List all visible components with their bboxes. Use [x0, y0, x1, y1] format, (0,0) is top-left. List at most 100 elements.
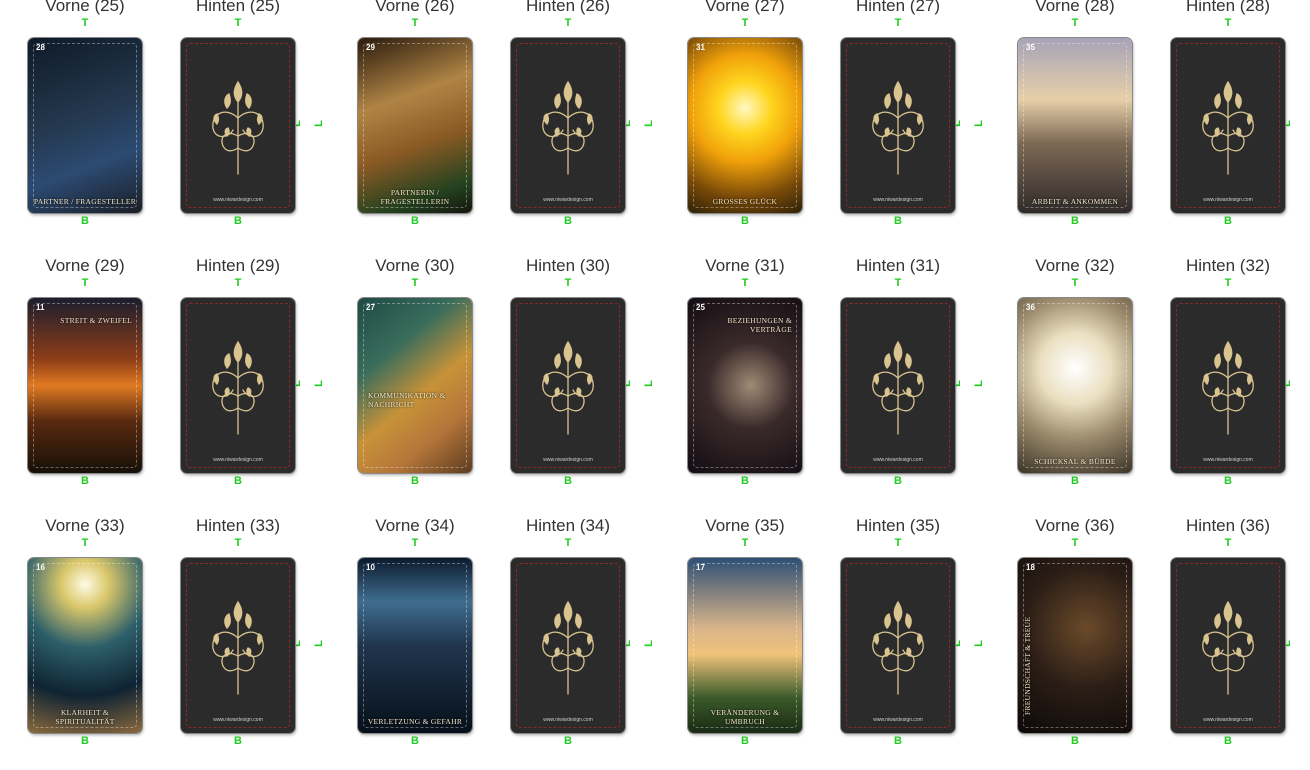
front-title: Vorne (33) [45, 516, 125, 535]
bottom-mark-back: B [564, 215, 572, 227]
card-front[interactable]: 17 Veränderung & Umbruch [688, 558, 802, 733]
card-pair: Vorne (31) Hinten (31) T T L R R L 25 Be… [643, 256, 990, 510]
card-back[interactable]: www.niwardesign.com [511, 38, 625, 213]
bottom-mark-front: B [1071, 215, 1079, 227]
card-number: 16 [36, 563, 45, 572]
card-back[interactable]: www.niwardesign.com [181, 38, 295, 213]
back-url: www.niwardesign.com [213, 197, 263, 203]
back-url: www.niwardesign.com [543, 717, 593, 723]
top-mark-front: T [741, 277, 749, 289]
left-mark-front: L [972, 640, 985, 647]
top-mark-back: T [234, 17, 242, 29]
card-back[interactable]: www.niwardesign.com [841, 298, 955, 473]
card-back[interactable]: www.niwardesign.com [511, 298, 625, 473]
bottom-mark-back: B [894, 475, 902, 487]
card-back[interactable]: www.niwardesign.com [1171, 38, 1285, 213]
back-url: www.niwardesign.com [1203, 457, 1253, 463]
card-number: 11 [36, 303, 45, 312]
card-back[interactable]: www.niwardesign.com [841, 558, 955, 733]
left-mark-front: L [312, 640, 325, 647]
left-mark-front: L [972, 380, 985, 387]
card-pair: Vorne (26) Hinten (26) T T L R R L 29 Pa… [313, 0, 660, 250]
card-pair: Vorne (33) Hinten (33) T T L R R L 16 Kl… [0, 516, 330, 770]
top-mark-front: T [411, 537, 419, 549]
front-title: Vorne (36) [1035, 516, 1115, 535]
card-back[interactable]: www.niwardesign.com [181, 298, 295, 473]
top-mark-back: T [1224, 17, 1232, 29]
back-url: www.niwardesign.com [873, 457, 923, 463]
card-back[interactable]: www.niwardesign.com [1171, 298, 1285, 473]
back-url: www.niwardesign.com [873, 197, 923, 203]
left-mark-front: L [642, 120, 655, 127]
card-number: 31 [696, 43, 705, 52]
top-mark-front: T [741, 17, 749, 29]
top-mark-back: T [234, 277, 242, 289]
card-back[interactable]: www.niwardesign.com [841, 38, 955, 213]
card-front[interactable]: 10 Verletzung & Gefahr [358, 558, 472, 733]
card-pair: Vorne (27) Hinten (27) T T L R R L 31 Gr… [643, 0, 990, 250]
safe-area [1023, 563, 1127, 728]
bottom-mark-back: B [1224, 215, 1232, 227]
card-caption: Klarheit & Spiritualität [55, 708, 115, 726]
card-pair: Vorne (35) Hinten (35) T T L R R L 17 Ve… [643, 516, 990, 770]
card-back[interactable]: www.niwardesign.com [1171, 558, 1285, 733]
back-title: Hinten (34) [525, 516, 611, 535]
safe-area [693, 43, 797, 208]
card-front[interactable]: 36 Schicksal & Bürde [1018, 298, 1132, 473]
card-pair: Vorne (28) Hinten (28) T T L R R L 35 Ar… [973, 0, 1310, 250]
card-back[interactable]: www.niwardesign.com [181, 558, 295, 733]
safe-area [363, 43, 467, 208]
bottom-mark-front: B [411, 475, 419, 487]
card-pair: Vorne (30) Hinten (30) T T L R R L 27 Ko… [313, 256, 660, 510]
bottom-mark-back: B [234, 215, 242, 227]
card-number: 27 [366, 303, 375, 312]
back-url: www.niwardesign.com [543, 457, 593, 463]
ornament-icon [872, 80, 924, 175]
top-mark-front: T [81, 537, 89, 549]
card-front[interactable]: 25 Beziehungen & Verträge [688, 298, 802, 473]
card-caption: Veränderung & Umbruch [710, 708, 780, 726]
front-title: Vorne (30) [375, 256, 455, 275]
ornament-icon [1202, 600, 1254, 695]
ornament-icon [212, 600, 264, 695]
front-title: Vorne (34) [375, 516, 455, 535]
top-mark-back: T [894, 277, 902, 289]
front-title: Vorne (32) [1035, 256, 1115, 275]
ornament-icon [542, 600, 594, 695]
safe-area [1023, 303, 1127, 468]
card-front[interactable]: 18 Freundschaft & Treue [1018, 558, 1132, 733]
bottom-mark-back: B [234, 475, 242, 487]
safe-area [33, 303, 137, 468]
card-pair: Vorne (25) Hinten (25) T T L R R L 28 Pa… [0, 0, 330, 250]
back-title: Hinten (25) [195, 0, 281, 15]
bottom-mark-front: B [81, 735, 89, 747]
left-mark-front: L [312, 120, 325, 127]
left-mark-front: L [312, 380, 325, 387]
card-number: 28 [36, 43, 45, 52]
card-front[interactable]: 35 Arbeit & Ankommen [1018, 38, 1132, 213]
ornament-icon [212, 80, 264, 175]
card-number: 18 [1026, 563, 1035, 572]
top-mark-back: T [564, 277, 572, 289]
back-url: www.niwardesign.com [213, 457, 263, 463]
card-caption: Kommunikation & Nachricht [368, 391, 446, 409]
card-caption: Beziehungen & Verträge [727, 316, 792, 334]
card-front[interactable]: 11 Streit & Zweifel [28, 298, 142, 473]
card-front[interactable]: 27 Kommunikation & Nachricht [358, 298, 472, 473]
card-caption: Freundschaft & Treue [1023, 616, 1032, 715]
card-number: 10 [366, 563, 375, 572]
top-mark-front: T [1071, 277, 1079, 289]
card-number: 25 [696, 303, 705, 312]
card-front[interactable]: 28 Partner / Fragesteller [28, 38, 142, 213]
card-caption: Grosses Glück [712, 197, 778, 206]
card-pair: Vorne (29) Hinten (29) T T L R R L 11 St… [0, 256, 330, 510]
card-front[interactable]: 16 Klarheit & Spiritualität [28, 558, 142, 733]
bottom-mark-back: B [564, 475, 572, 487]
card-back[interactable]: www.niwardesign.com [511, 558, 625, 733]
card-front[interactable]: 31 Grosses Glück [688, 38, 802, 213]
bottom-mark-front: B [81, 475, 89, 487]
card-number: 35 [1026, 43, 1035, 52]
top-mark-front: T [411, 277, 419, 289]
bottom-mark-back: B [894, 735, 902, 747]
card-front[interactable]: 29 Partnerin / Fragestellerin [358, 38, 472, 213]
